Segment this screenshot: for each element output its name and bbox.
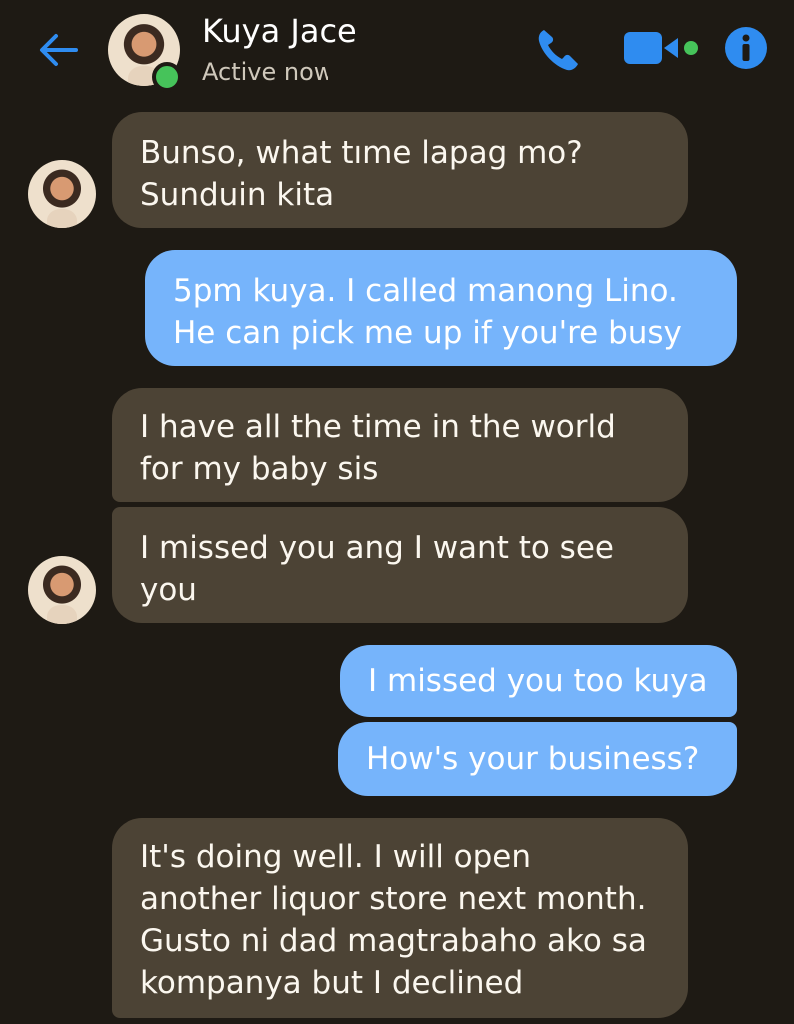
outgoing-message[interactable]: I missed you too kuya [340, 645, 737, 717]
back-arrow-icon[interactable] [36, 28, 80, 72]
video-call-icon[interactable] [624, 30, 700, 66]
sender-avatar[interactable] [28, 160, 96, 228]
online-indicator [152, 62, 182, 92]
info-icon[interactable] [724, 26, 768, 70]
incoming-message[interactable]: It's doing well. I will open another liq… [112, 818, 688, 1018]
outgoing-message[interactable]: 5pm kuya. I called manong Lino. He can p… [145, 250, 737, 366]
incoming-message[interactable]: I have all the time in the world for my … [112, 388, 688, 502]
incoming-message[interactable]: Bunso, what tıme lapag mo? Sunduin kita [112, 112, 688, 228]
incoming-message[interactable]: I missed you ang I want to see you [112, 507, 688, 623]
phone-icon[interactable] [534, 26, 582, 74]
active-status: Active now [202, 58, 328, 86]
contact-name[interactable]: Kuya Jace [202, 12, 357, 50]
chat-header: Kuya Jace Active now [0, 0, 794, 110]
outgoing-message[interactable]: How's your business? [338, 722, 737, 796]
sender-avatar[interactable] [28, 556, 96, 624]
